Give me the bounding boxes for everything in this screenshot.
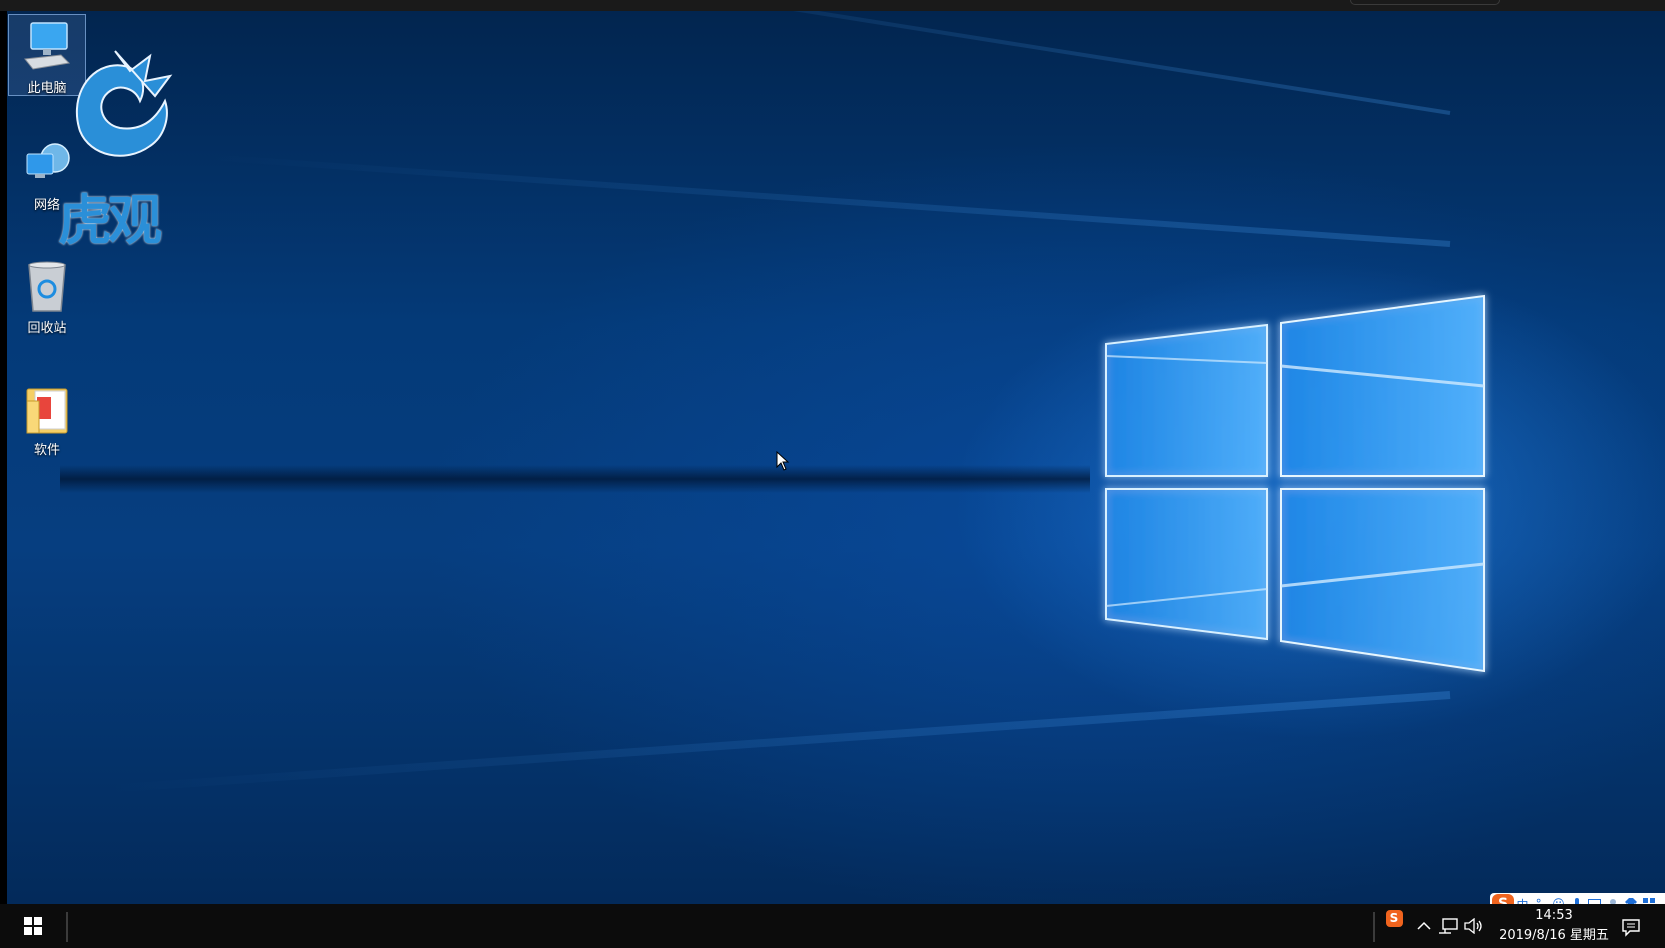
desktop[interactable]: 此电脑 网络 回收站 软件 虎观 S °, ☺	[0, 11, 1665, 904]
windows-start-icon	[24, 917, 42, 935]
start-button[interactable]	[14, 904, 52, 948]
ime-toolbar[interactable]: S 中 °, ☺	[1490, 893, 1665, 904]
folder-icon	[21, 381, 73, 437]
mouse-cursor-icon	[776, 451, 790, 471]
desktop-icon-recycle-bin[interactable]: 回收站	[8, 259, 86, 336]
screen: 此电脑 网络 回收站 软件 虎观 S °, ☺ S 14:53 2019/8/1…	[0, 0, 1665, 948]
watermark-text: 虎观	[58, 189, 162, 252]
desktop-icon-label: 软件	[33, 443, 60, 458]
clock-time: 14:53	[1535, 908, 1573, 923]
taskbar-clock[interactable]: 14:53 2019/8/16 星期五	[1494, 906, 1614, 946]
top-strip-control[interactable]	[1350, 0, 1500, 5]
windows-logo-wallpaper	[1105, 294, 1485, 673]
recycle-bin-icon	[21, 259, 73, 315]
show-hidden-icons-chevron-icon[interactable]	[1414, 916, 1434, 936]
taskbar-divider	[1373, 912, 1375, 942]
left-edge	[0, 11, 7, 904]
taskbar-divider	[66, 912, 68, 942]
desktop-icon-software-folder[interactable]: 软件	[8, 381, 86, 458]
taskbar: S 14:53 2019/8/16 星期五	[0, 904, 1665, 948]
tray-sogou-icon[interactable]: S	[1384, 908, 1404, 928]
sogou-logo-icon[interactable]: S	[1492, 894, 1514, 904]
volume-icon[interactable]	[1464, 916, 1484, 936]
desktop-icon-label: 回收站	[27, 321, 67, 336]
clock-date: 2019/8/16 星期五	[1499, 928, 1609, 943]
top-window-strip	[0, 0, 1665, 11]
network-status-icon[interactable]	[1439, 916, 1459, 936]
action-center-icon[interactable]	[1620, 916, 1642, 938]
